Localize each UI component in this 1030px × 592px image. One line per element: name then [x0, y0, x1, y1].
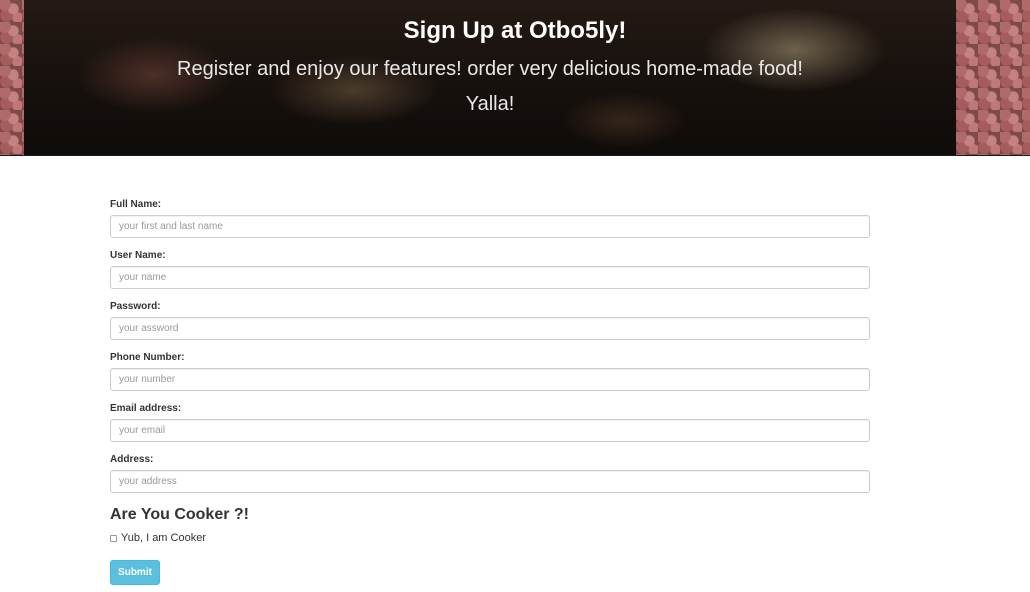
- phone-number-input[interactable]: [110, 368, 870, 391]
- cooker-checkbox-row[interactable]: Yub, I am Cooker: [110, 530, 870, 546]
- hero-banner: Sign Up at Otbo5ly! Register and enjoy o…: [0, 0, 1030, 156]
- email-group: Email address:: [110, 402, 870, 442]
- email-label: Email address:: [110, 403, 182, 414]
- user-name-input[interactable]: [110, 266, 870, 289]
- cooker-checkbox-label[interactable]: Yub, I am Cooker: [121, 532, 206, 544]
- phone-number-label: Phone Number:: [110, 352, 185, 363]
- full-name-input[interactable]: [110, 215, 870, 238]
- address-label: Address:: [110, 454, 154, 465]
- user-name-label: User Name:: [110, 250, 166, 261]
- full-name-group: Full Name:: [110, 198, 870, 238]
- hero-tagline: Yalla!: [465, 93, 515, 115]
- page-title: Sign Up at Otbo5ly!: [403, 17, 627, 44]
- password-input[interactable]: [110, 317, 870, 340]
- user-name-group: User Name:: [110, 249, 870, 289]
- phone-number-group: Phone Number:: [110, 351, 870, 391]
- password-label: Password:: [110, 301, 161, 312]
- email-input[interactable]: [110, 419, 870, 442]
- cooker-checkbox[interactable]: [110, 534, 117, 542]
- submit-button[interactable]: Submit: [110, 560, 160, 585]
- address-group: Address:: [110, 453, 870, 493]
- full-name-label: Full Name:: [110, 199, 162, 210]
- signup-form: Full Name: User Name: Password: Phone Nu…: [110, 198, 870, 585]
- password-group: Password:: [110, 300, 870, 340]
- hero-subtitle: Register and enjoy our features! order v…: [177, 58, 803, 80]
- address-input[interactable]: [110, 470, 870, 493]
- cooker-heading: Are You Cooker ?!: [110, 506, 249, 523]
